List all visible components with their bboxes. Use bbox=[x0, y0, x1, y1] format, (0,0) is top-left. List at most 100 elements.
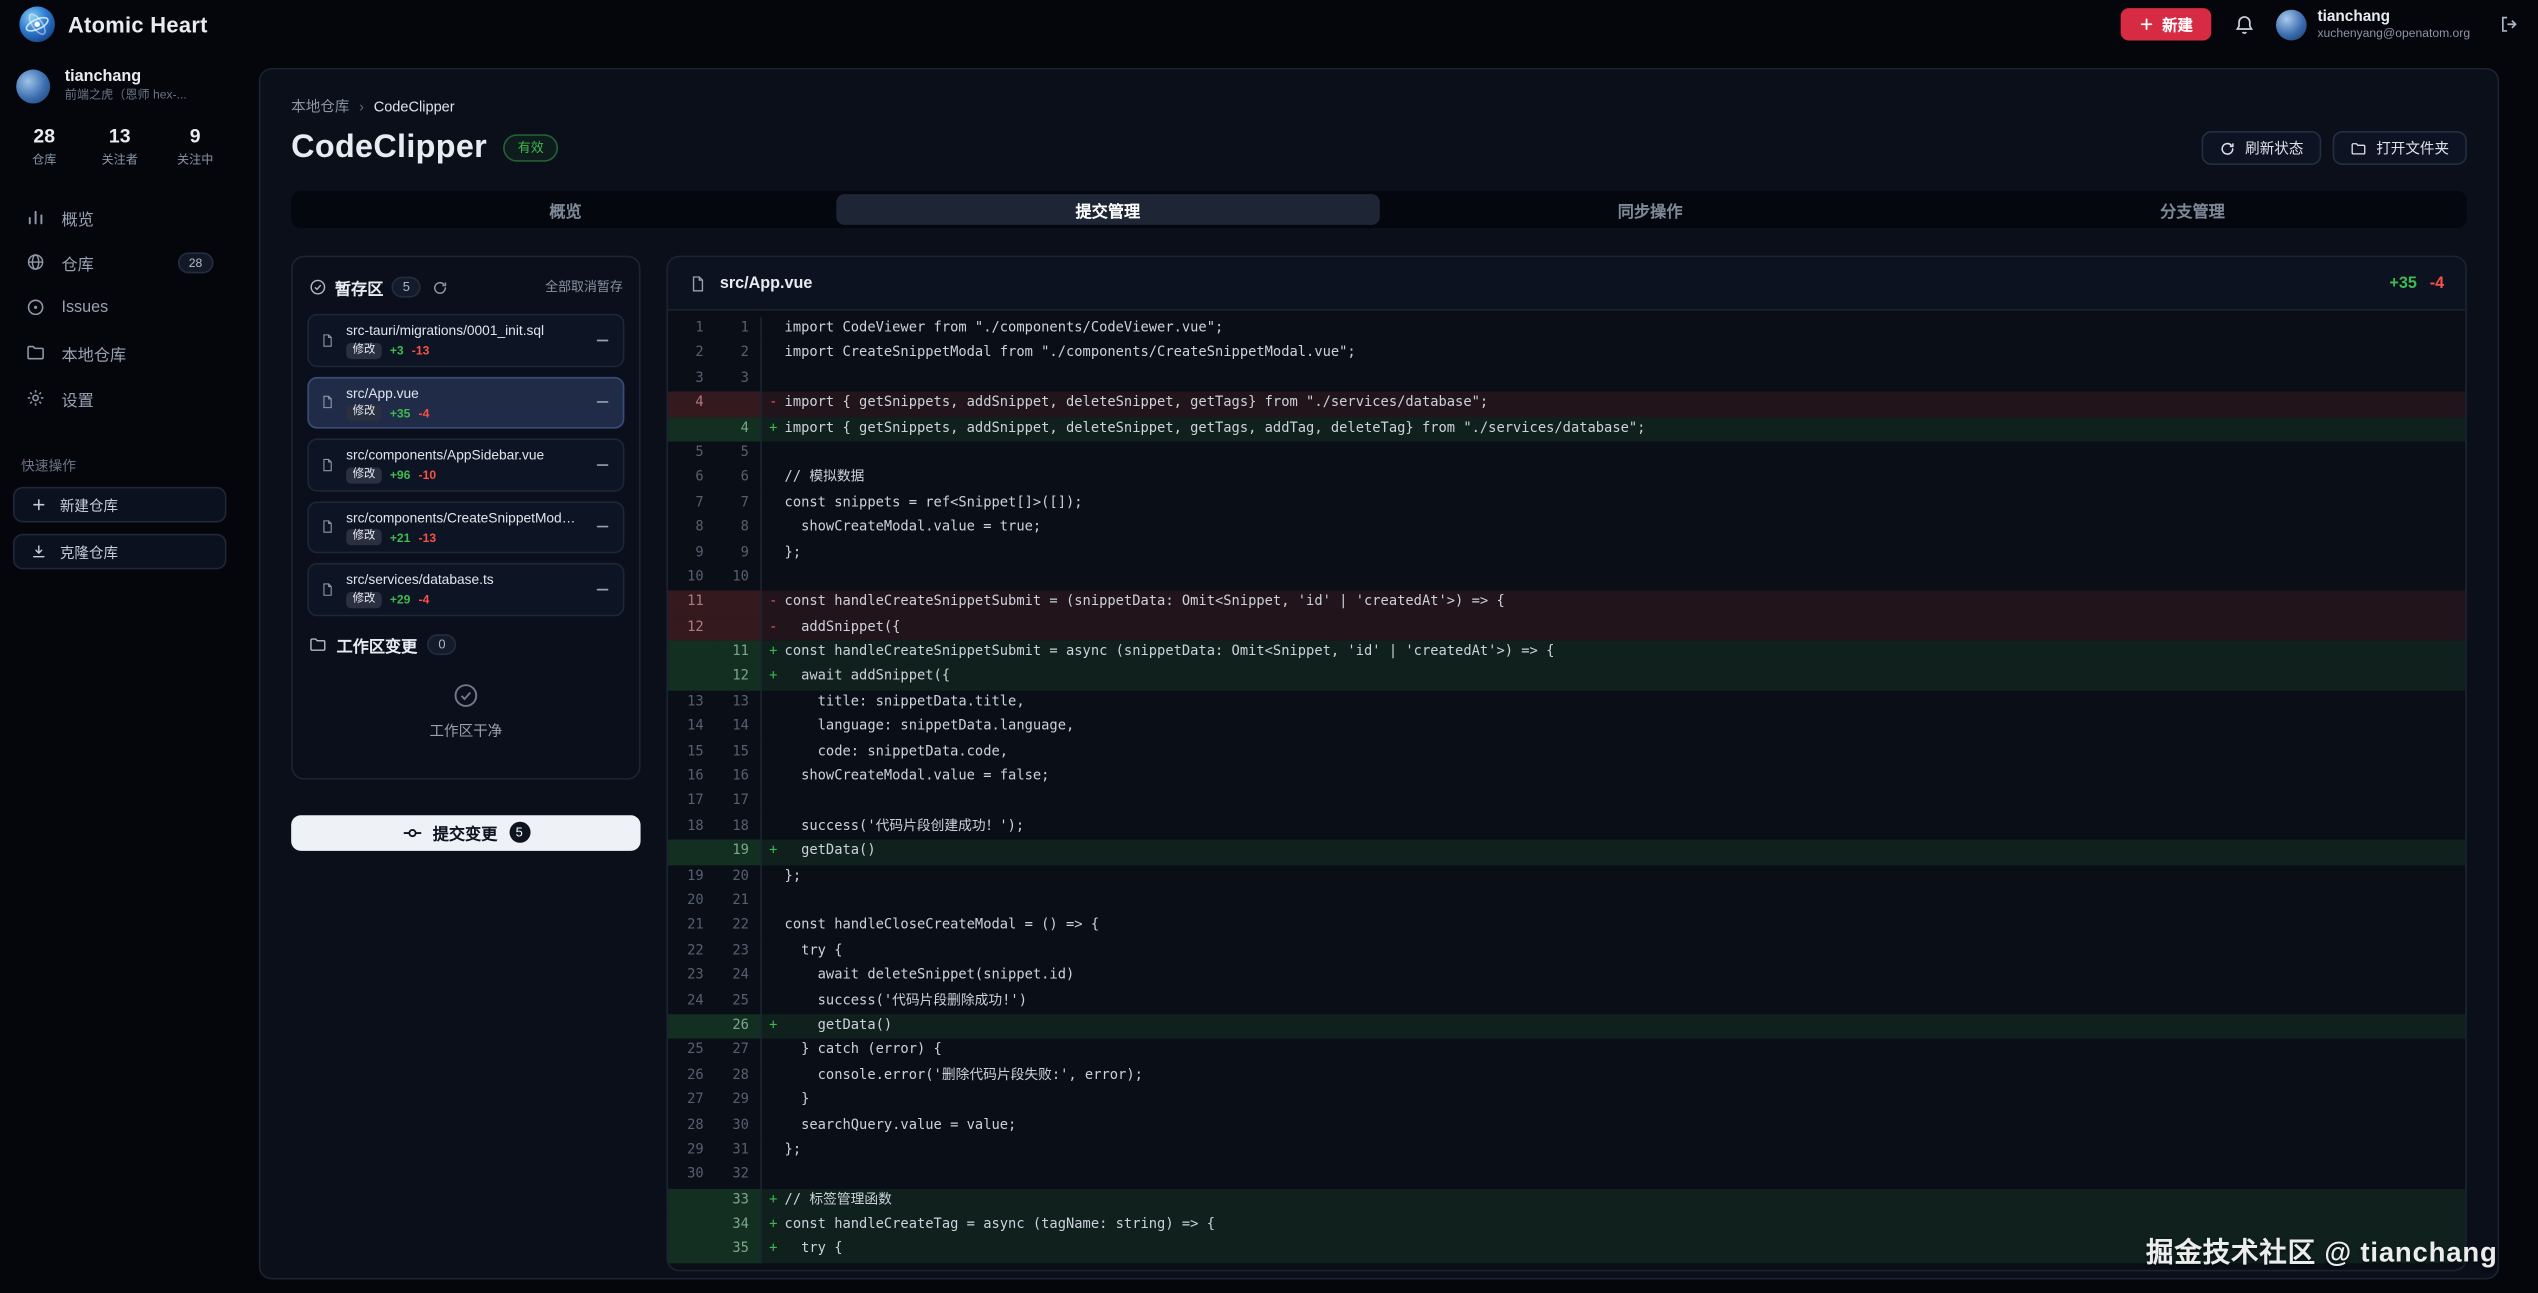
line-number-old: 5 bbox=[668, 442, 715, 467]
diff-body[interactable]: 1 1 import CodeViewer from "./components… bbox=[668, 311, 2465, 1270]
sidebar-menu-item[interactable]: 设置 bbox=[0, 375, 239, 420]
staged-file-item[interactable]: src/components/CreateSnippetModal.vue 修改… bbox=[307, 501, 624, 554]
breadcrumb: 本地仓库 › CodeClipper bbox=[291, 95, 2467, 116]
profile-stat[interactable]: 13 关注者 bbox=[82, 125, 157, 169]
line-number-old: 11 bbox=[668, 591, 715, 616]
line-number-old: 6 bbox=[668, 466, 715, 491]
diff-line: 24 25 success('代码片段删除成功!') bbox=[668, 989, 2465, 1014]
refresh-staging-icon[interactable] bbox=[433, 279, 449, 295]
diff-line: 19 + getData() bbox=[668, 840, 2465, 865]
diff-code: const handleCloseCreateModal = () => { bbox=[785, 915, 1100, 940]
diff-code: const handleCreateSnippetSubmit = async … bbox=[785, 641, 1555, 666]
line-number-old bbox=[668, 840, 715, 865]
line-number-new: 10 bbox=[715, 566, 762, 591]
tab[interactable]: 提交管理 bbox=[837, 194, 1379, 225]
line-number-old: 21 bbox=[668, 915, 715, 940]
diff-line: 10 10 bbox=[668, 566, 2465, 591]
new-button[interactable]: 新建 bbox=[2120, 8, 2211, 40]
globe-icon bbox=[26, 252, 45, 271]
line-number-new: 11 bbox=[715, 641, 762, 666]
quick-action-button[interactable]: 克隆仓库 bbox=[13, 534, 227, 570]
diff-line: 26 28 console.error('删除代码片段失败:', error); bbox=[668, 1064, 2465, 1089]
diff-line: 15 15 code: snippetData.code, bbox=[668, 740, 2465, 765]
breadcrumb-parent[interactable]: 本地仓库 bbox=[291, 95, 349, 116]
file-status-chip: 修改 bbox=[346, 529, 382, 545]
file-status-chip: 修改 bbox=[346, 404, 382, 420]
tab[interactable]: 同步操作 bbox=[1379, 194, 1921, 225]
staged-file-list: src-tauri/migrations/0001_init.sql 修改 +3… bbox=[307, 314, 624, 616]
menu-item-badge: 28 bbox=[177, 252, 213, 273]
file-deletions: -4 bbox=[419, 405, 430, 420]
refresh-status-button[interactable]: 刷新状态 bbox=[2202, 131, 2322, 165]
unstage-file-button[interactable] bbox=[594, 393, 612, 411]
diff-code: try { bbox=[785, 939, 843, 964]
staged-file-item[interactable]: src/services/database.ts 修改 +29 -4 bbox=[307, 563, 624, 616]
sidebar-menu-item[interactable]: 概览 bbox=[0, 194, 239, 239]
unstage-all-link[interactable]: 全部取消暂存 bbox=[545, 278, 623, 296]
diff-line: 8 8 showCreateModal.value = true; bbox=[668, 516, 2465, 541]
tab[interactable]: 概览 bbox=[294, 194, 836, 225]
page-title: CodeClipper bbox=[291, 129, 487, 166]
sidebar-menu-item[interactable]: 本地仓库 bbox=[0, 330, 239, 375]
diff-code: language: snippetData.language, bbox=[785, 715, 1075, 740]
line-number-new: 29 bbox=[715, 1089, 762, 1114]
quick-action-label: 克隆仓库 bbox=[60, 541, 118, 562]
topbar: Atomic Heart 新建 tianchang xuchenyang@ope… bbox=[0, 0, 2538, 49]
diff-marker: + bbox=[762, 840, 785, 865]
sidebar-menu-item[interactable]: Issues bbox=[0, 285, 239, 330]
line-number-old: 17 bbox=[668, 790, 715, 815]
file-status-chip: 修改 bbox=[346, 342, 382, 358]
signout-icon[interactable] bbox=[2499, 15, 2518, 34]
unstage-file-button[interactable] bbox=[594, 331, 612, 349]
file-icon bbox=[320, 582, 335, 597]
line-number-new: 8 bbox=[715, 516, 762, 541]
profile-avatar[interactable] bbox=[16, 69, 50, 103]
staging-title: 暂存区 bbox=[335, 275, 384, 299]
profile-stat[interactable]: 28 仓库 bbox=[6, 125, 81, 169]
diff-marker bbox=[762, 765, 785, 790]
tab[interactable]: 分支管理 bbox=[1921, 194, 2463, 225]
staged-file-item[interactable]: src/App.vue 修改 +35 -4 bbox=[307, 376, 624, 429]
diff-line: 2 2 import CreateSnippetModal from "./co… bbox=[668, 342, 2465, 367]
line-number-new: 20 bbox=[715, 865, 762, 890]
check-circle-icon bbox=[309, 278, 327, 296]
line-number-old: 12 bbox=[668, 616, 715, 641]
staged-file-item[interactable]: src-tauri/migrations/0001_init.sql 修改 +3… bbox=[307, 314, 624, 367]
quick-action-button[interactable]: 新建仓库 bbox=[13, 487, 227, 523]
user-email: xuchenyang@openatom.org bbox=[2317, 26, 2470, 41]
app-title: Atomic Heart bbox=[68, 12, 208, 36]
line-number-old: 10 bbox=[668, 566, 715, 591]
staged-file-name: src/components/AppSidebar.vue bbox=[346, 446, 582, 462]
unstage-file-button[interactable] bbox=[594, 580, 612, 598]
line-number-old bbox=[668, 1188, 715, 1213]
line-number-new: 17 bbox=[715, 790, 762, 815]
unstage-file-button[interactable] bbox=[594, 518, 612, 536]
user-avatar[interactable] bbox=[2275, 9, 2306, 40]
line-number-new: 13 bbox=[715, 690, 762, 715]
diff-line: 3 3 bbox=[668, 367, 2465, 392]
sidebar-menu-item[interactable]: 仓库 28 bbox=[0, 239, 239, 284]
commit-button[interactable]: 提交变更 5 bbox=[291, 814, 640, 850]
diff-marker bbox=[762, 541, 785, 566]
app-root: Atomic Heart 新建 tianchang xuchenyang@ope… bbox=[0, 0, 2538, 1292]
line-number-old bbox=[668, 1014, 715, 1039]
profile-card[interactable]: tianchang 前端之虎（恩师 hex-... bbox=[0, 68, 239, 104]
line-number-new: 21 bbox=[715, 890, 762, 915]
staged-file-item[interactable]: src/components/AppSidebar.vue 修改 +96 -10 bbox=[307, 438, 624, 491]
staged-file-name: src-tauri/migrations/0001_init.sql bbox=[346, 322, 582, 338]
diff-additions: +35 bbox=[2389, 274, 2416, 292]
brand[interactable]: Atomic Heart bbox=[19, 6, 207, 42]
line-number-new: 15 bbox=[715, 740, 762, 765]
menu-item-label: 仓库 bbox=[61, 250, 93, 274]
user-meta[interactable]: tianchang xuchenyang@openatom.org bbox=[2317, 8, 2470, 41]
unstage-file-button[interactable] bbox=[594, 456, 612, 474]
diff-code: showCreateModal.value = true; bbox=[785, 516, 1042, 541]
line-number-old: 4 bbox=[668, 392, 715, 417]
quick-action-label: 新建仓库 bbox=[60, 494, 118, 515]
open-folder-button[interactable]: 打开文件夹 bbox=[2333, 131, 2467, 165]
profile-stat[interactable]: 9 关注中 bbox=[157, 125, 232, 169]
line-number-new: 30 bbox=[715, 1114, 762, 1139]
notifications-bell-icon[interactable] bbox=[2233, 14, 2254, 35]
chart-icon bbox=[26, 207, 45, 226]
diff-code: console.error('删除代码片段失败:', error); bbox=[785, 1064, 1143, 1089]
